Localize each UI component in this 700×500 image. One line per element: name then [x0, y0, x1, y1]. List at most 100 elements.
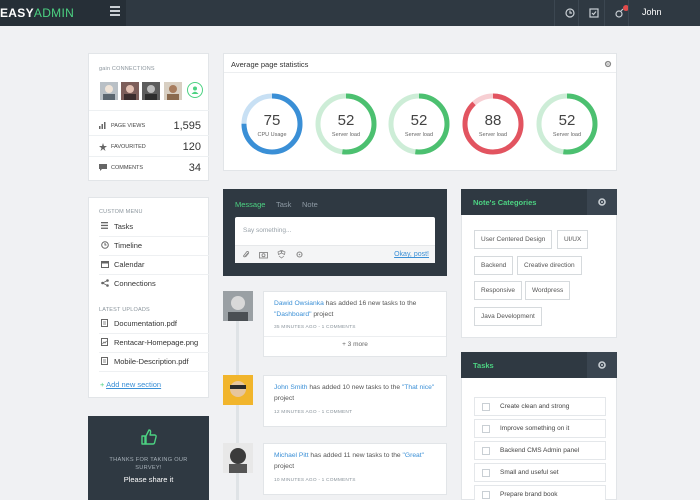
- settings-icon[interactable]: [295, 250, 304, 259]
- tab-message[interactable]: Message: [235, 200, 265, 209]
- panel-settings-button[interactable]: [587, 352, 617, 378]
- survey-card: THANKS FOR TAKING OUR SURVEY! Please sha…: [88, 416, 209, 500]
- page-statistics-card: Average page statistics 75 CPU Usage 52 Ser…: [223, 53, 617, 171]
- brand-logo[interactable]: EASYADMIN: [0, 6, 74, 20]
- user-name[interactable]: John: [642, 7, 662, 17]
- user-link[interactable]: Dawid Owsianka: [274, 300, 324, 307]
- gauge-value: 75: [263, 112, 281, 129]
- bar-chart-icon: [99, 122, 106, 129]
- checkbox-icon: [589, 8, 599, 18]
- task-checkbox[interactable]: [482, 425, 490, 433]
- gauge-value: 88: [484, 112, 502, 129]
- timeline-text: Dawid Owsianka has added 16 new tasks to…: [274, 300, 417, 318]
- task-item[interactable]: Backend CMS Admin panel: [474, 441, 606, 460]
- user-link[interactable]: John Smith: [274, 384, 307, 391]
- upload-item[interactable]: Rentacar-Homepage.png: [99, 334, 199, 352]
- timeline-item: John Smith has added 10 new tasks to the…: [263, 375, 447, 427]
- task-item[interactable]: Create clean and strong: [474, 397, 606, 416]
- timeline-avatar[interactable]: [223, 443, 253, 473]
- menu-icon[interactable]: [110, 6, 120, 16]
- comment-icon: [99, 164, 107, 171]
- stat-favourited: FAVOURITED 120: [99, 141, 201, 153]
- gauge-label: Server load: [331, 132, 361, 138]
- add-section-link[interactable]: + Add new section: [100, 380, 161, 389]
- task-item[interactable]: Improve something on it: [474, 419, 606, 438]
- category-tag[interactable]: UI/UX: [557, 230, 589, 249]
- stat-comments: COMMENTS 34: [99, 162, 201, 174]
- panel-title: Note's Categories: [473, 198, 537, 207]
- tab-note[interactable]: Note: [302, 200, 318, 209]
- avatar[interactable]: [121, 82, 139, 100]
- gear-icon: [598, 198, 606, 206]
- menu-item-connections[interactable]: Connections: [99, 275, 199, 293]
- category-tag[interactable]: Backend: [474, 256, 514, 275]
- message-input[interactable]: Say something... Okay, post!: [235, 217, 435, 263]
- thumbs-up-icon: [141, 429, 157, 445]
- gauge-value: 52: [410, 112, 428, 129]
- post-button[interactable]: Okay, post!: [394, 251, 429, 258]
- task-checkbox[interactable]: [482, 491, 490, 499]
- panel-title: Tasks: [473, 361, 494, 370]
- avatar[interactable]: [142, 82, 160, 100]
- timeline-item: Dawid Owsianka has added 16 new tasks to…: [263, 291, 447, 357]
- clock-icon: [565, 8, 575, 18]
- gear-icon[interactable]: [604, 60, 612, 68]
- share-icon: [101, 279, 109, 287]
- paperclip-icon[interactable]: [242, 250, 250, 259]
- image-file-icon: [101, 338, 108, 346]
- timeline-avatar[interactable]: [223, 375, 253, 405]
- gauge: 52 Server load: [387, 92, 451, 156]
- panel-settings-button[interactable]: [587, 189, 617, 215]
- star-icon: [99, 143, 107, 151]
- list-icon: [101, 222, 108, 229]
- upload-item[interactable]: Documentation.pdf: [99, 315, 199, 333]
- clock-icon: [101, 241, 109, 249]
- connections-card: gain CONNECTIONS PAGE VIEWS 1,595 FAVOUR…: [88, 53, 209, 181]
- divider: [628, 0, 629, 26]
- tab-task[interactable]: Task: [276, 200, 291, 209]
- task-checkbox[interactable]: [482, 469, 490, 477]
- menu-item-calendar[interactable]: Calendar: [99, 256, 199, 274]
- category-tag[interactable]: Java Development: [474, 307, 542, 326]
- notifications-button[interactable]: [604, 0, 634, 26]
- avatar[interactable]: [164, 82, 182, 100]
- category-tag[interactable]: Responsive: [474, 281, 522, 300]
- user-icon: [191, 86, 199, 94]
- compose-toolbar: Okay, post!: [235, 245, 435, 263]
- dropbox-icon[interactable]: [277, 250, 286, 259]
- divider: [224, 72, 616, 73]
- category-tag[interactable]: User Centered Design: [474, 230, 553, 249]
- task-item[interactable]: Prepare brand book: [474, 485, 606, 500]
- upload-item[interactable]: Mobile-Description.pdf: [99, 353, 199, 371]
- avatar[interactable]: [100, 82, 118, 100]
- timeline-text: Michael Pitt has added 11 new tasks to t…: [274, 452, 424, 470]
- stat-page-views: PAGE VIEWS 1,595: [99, 120, 201, 132]
- message-placeholder: Say something...: [243, 227, 292, 234]
- task-item[interactable]: Small and useful set: [474, 463, 606, 482]
- menu-item-timeline[interactable]: Timeline: [99, 237, 199, 255]
- project-link[interactable]: "Dashboard": [274, 311, 311, 318]
- share-survey-link[interactable]: Please share it: [88, 475, 209, 484]
- timeline-text: John Smith has added 10 new tasks to the…: [274, 384, 435, 402]
- task-checkbox[interactable]: [482, 447, 490, 455]
- custom-menu-card: CUSTOM MENU Tasks Timeline Calendar Conn…: [88, 197, 209, 398]
- user-link[interactable]: Michael Pitt: [274, 452, 309, 459]
- document-icon: [101, 319, 108, 327]
- connections-caption: gain CONNECTIONS: [99, 66, 155, 72]
- gauge-label: Server load: [552, 132, 582, 138]
- panel-header: Note's Categories: [461, 189, 587, 215]
- show-more-button[interactable]: + 3 more: [264, 336, 446, 352]
- camera-icon[interactable]: [259, 250, 268, 259]
- gauge: 88 Server load: [461, 92, 525, 156]
- project-link[interactable]: "That nice": [402, 384, 434, 391]
- category-tag[interactable]: Wordpress: [525, 281, 571, 300]
- gauge-label: Server load: [478, 132, 508, 138]
- add-connection-button[interactable]: [187, 82, 203, 98]
- gear-icon: [598, 361, 606, 369]
- category-tag[interactable]: Creative direction: [517, 256, 582, 275]
- task-checkbox[interactable]: [482, 403, 490, 411]
- timeline-avatar[interactable]: [223, 291, 253, 321]
- divider: [89, 135, 209, 136]
- menu-item-tasks[interactable]: Tasks: [99, 218, 199, 236]
- project-link[interactable]: "Great": [403, 452, 424, 459]
